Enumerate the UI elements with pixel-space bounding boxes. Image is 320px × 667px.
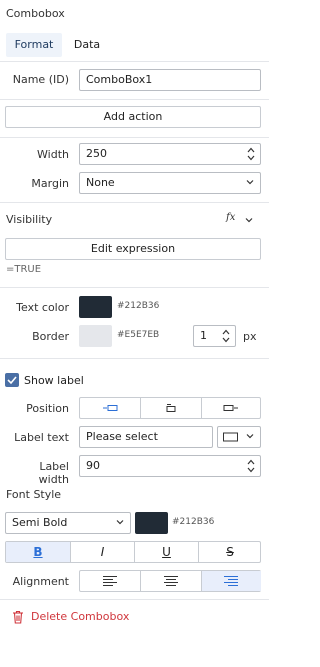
name-input[interactable]: ComboBox1 xyxy=(79,69,261,91)
label-text-input[interactable]: Please select xyxy=(79,426,213,448)
font-color-swatch[interactable] xyxy=(135,512,168,534)
check-icon xyxy=(7,376,17,385)
font-color-hex: #212B36 xyxy=(172,517,215,527)
width-input[interactable]: 250 xyxy=(79,143,261,165)
name-label: Name (ID) xyxy=(12,73,69,86)
tab-data[interactable]: Data xyxy=(66,33,108,57)
label-width-input[interactable]: 90 xyxy=(79,455,261,477)
chevron-down-icon[interactable] xyxy=(245,216,253,224)
text-color-hex: #212B36 xyxy=(117,301,160,311)
border-label: Border xyxy=(32,330,69,343)
label-width-value: 90 xyxy=(86,459,100,472)
align-right-button[interactable] xyxy=(202,571,261,591)
margin-value: None xyxy=(86,176,115,189)
edit-expression-button[interactable]: Edit expression xyxy=(5,238,261,260)
position-segmented-control xyxy=(79,397,261,419)
font-style-label: Font Style xyxy=(6,488,62,501)
increment-icon[interactable] xyxy=(222,329,230,335)
delete-combobox-label: Delete Combobox xyxy=(31,610,130,623)
border-unit: px xyxy=(243,330,257,343)
chevron-down-icon xyxy=(246,434,254,439)
strikethrough-button[interactable]: S xyxy=(199,542,261,562)
add-action-button[interactable]: Add action xyxy=(5,106,261,128)
text-color-label: Text color xyxy=(16,301,69,314)
increment-icon[interactable] xyxy=(247,459,255,465)
align-center-icon xyxy=(164,576,178,586)
show-label-text: Show label xyxy=(24,374,84,387)
label-text-label: Label text xyxy=(14,431,69,444)
width-value: 250 xyxy=(86,147,107,160)
align-right-icon xyxy=(224,576,238,586)
divider xyxy=(0,61,269,62)
divider xyxy=(0,358,269,359)
fx-icon[interactable]: fx xyxy=(226,212,235,223)
show-label-checkbox[interactable] xyxy=(5,373,19,387)
border-color-swatch[interactable] xyxy=(79,325,112,347)
label-width-label: Label width xyxy=(38,460,69,486)
align-left-icon xyxy=(103,576,117,586)
divider xyxy=(0,202,269,203)
divider xyxy=(0,99,269,100)
label-top-icon xyxy=(166,404,176,412)
tab-format[interactable]: Format xyxy=(6,33,62,57)
text-color-swatch[interactable] xyxy=(79,296,112,318)
bold-button[interactable]: B xyxy=(6,542,70,562)
border-color-hex: #E5E7EB xyxy=(117,330,160,340)
font-weight-value: Semi Bold xyxy=(12,516,68,529)
italic-button[interactable]: I xyxy=(71,542,134,562)
align-center-button[interactable] xyxy=(141,571,201,591)
chevron-down-icon xyxy=(116,520,124,525)
position-label: Position xyxy=(26,402,69,415)
divider xyxy=(0,287,269,288)
divider xyxy=(0,599,269,600)
position-right-option[interactable] xyxy=(202,398,261,418)
border-width-value: 1 xyxy=(200,329,207,342)
decrement-icon[interactable] xyxy=(247,155,255,161)
width-label: Width xyxy=(37,148,69,161)
text-style-toggles: B I U S xyxy=(5,541,261,563)
margin-label: Margin xyxy=(31,177,69,190)
underline-button[interactable]: U xyxy=(135,542,198,562)
border-width-input[interactable]: 1 xyxy=(193,325,236,347)
visibility-label: Visibility xyxy=(6,213,53,226)
increment-icon[interactable] xyxy=(247,147,255,153)
position-left-option[interactable] xyxy=(80,398,140,418)
font-weight-select[interactable]: Semi Bold xyxy=(5,512,131,534)
label-right-icon xyxy=(223,405,238,411)
alignment-segmented-control xyxy=(79,570,261,592)
label-left-icon xyxy=(103,405,118,411)
chevron-down-icon xyxy=(246,180,254,185)
visibility-expression: =TRUE xyxy=(6,264,42,275)
textbox-style-icon xyxy=(223,432,238,442)
margin-select[interactable]: None xyxy=(79,172,261,194)
decrement-icon[interactable] xyxy=(222,337,230,343)
align-left-button[interactable] xyxy=(80,571,140,591)
position-top-option[interactable] xyxy=(141,398,201,418)
trash-icon xyxy=(13,610,23,624)
panel-title: Combobox xyxy=(6,7,65,20)
divider xyxy=(0,137,269,138)
alignment-label: Alignment xyxy=(12,575,69,588)
label-style-select[interactable] xyxy=(217,426,261,448)
decrement-icon[interactable] xyxy=(247,467,255,473)
